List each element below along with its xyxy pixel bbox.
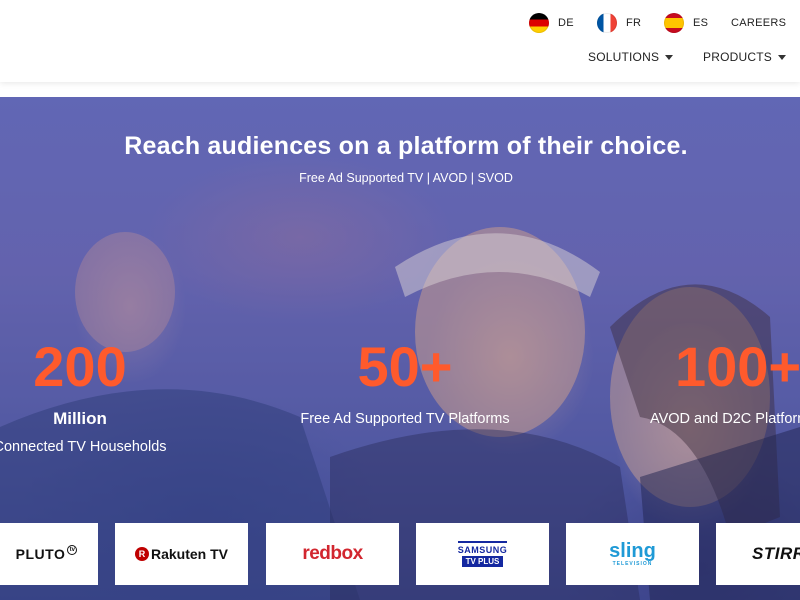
site-header: DE FR ES CAREERS SOLUTIONS PRODUCTS	[0, 0, 800, 82]
logo-text: PLUTO	[15, 546, 66, 562]
hero-subline: Free Ad Supported TV | AVOD | SVOD	[299, 171, 513, 185]
language-code: FR	[626, 17, 642, 29]
pluto-tv-logo[interactable]: PLUTO tv	[0, 523, 98, 585]
logo-subtext: TELEVISION	[612, 561, 653, 567]
language-code: DE	[558, 17, 574, 29]
caret-down-icon	[665, 54, 674, 60]
germany-flag-icon	[529, 13, 549, 33]
stat-unit: Million	[53, 409, 107, 428]
caret-down-icon	[777, 54, 786, 60]
stat-avod-platforms: 100+ AVOD and D2C Platforms	[650, 339, 800, 427]
partner-logo-strip: PLUTO tv R Rakuten TV redbox SAMSUNG TV …	[0, 523, 800, 585]
language-de-link[interactable]: DE	[529, 13, 574, 33]
logo-mark: tv	[67, 545, 78, 555]
stat-fast-platforms: 50+ Free Ad Supported TV Platforms	[285, 335, 525, 428]
stat-households: 200 Million Connected TV Households	[0, 335, 180, 456]
careers-link[interactable]: CAREERS	[731, 17, 786, 29]
nav-products-dropdown[interactable]: PRODUCTS	[703, 50, 786, 64]
spain-flag-icon	[664, 13, 684, 33]
samsung-tv-plus-logo[interactable]: SAMSUNG TV PLUS	[416, 523, 549, 585]
stat-description: Free Ad Supported TV Platforms	[300, 411, 510, 427]
logo-text: STIRR	[752, 544, 800, 563]
france-flag-icon	[597, 13, 617, 33]
hero-headline: Reach audiences on a platform of their c…	[124, 132, 688, 160]
language-fr-link[interactable]: FR	[597, 13, 641, 33]
sling-logo[interactable]: sling TELEVISION	[566, 523, 699, 585]
language-es-link[interactable]: ES	[664, 13, 708, 33]
rakuten-tv-logo[interactable]: R Rakuten TV	[115, 523, 248, 585]
stat-description: AVOD and D2C Platforms	[650, 411, 800, 427]
logo-text: Rakuten TV	[150, 546, 228, 562]
stat-value: 50+	[357, 335, 453, 398]
logo-text: sling	[609, 540, 656, 562]
logo-text: redbox	[302, 543, 363, 564]
redbox-logo[interactable]: redbox	[266, 523, 399, 585]
stat-value: 100+	[675, 339, 800, 398]
nav-label: SOLUTIONS	[588, 50, 660, 64]
stat-value: 200	[33, 335, 127, 398]
logo-text: SAMSUNG	[457, 541, 508, 555]
logo-mark: R	[134, 547, 149, 561]
logo-subtext: TV PLUS	[461, 556, 504, 567]
hero-banner: Reach audiences on a platform of their c…	[0, 97, 800, 600]
stirr-logo[interactable]: STIRR	[716, 523, 800, 585]
language-code: ES	[693, 17, 709, 29]
stat-description: Connected TV Households	[0, 439, 167, 455]
nav-label: PRODUCTS	[703, 50, 772, 64]
nav-solutions-dropdown[interactable]: SOLUTIONS	[588, 50, 674, 64]
